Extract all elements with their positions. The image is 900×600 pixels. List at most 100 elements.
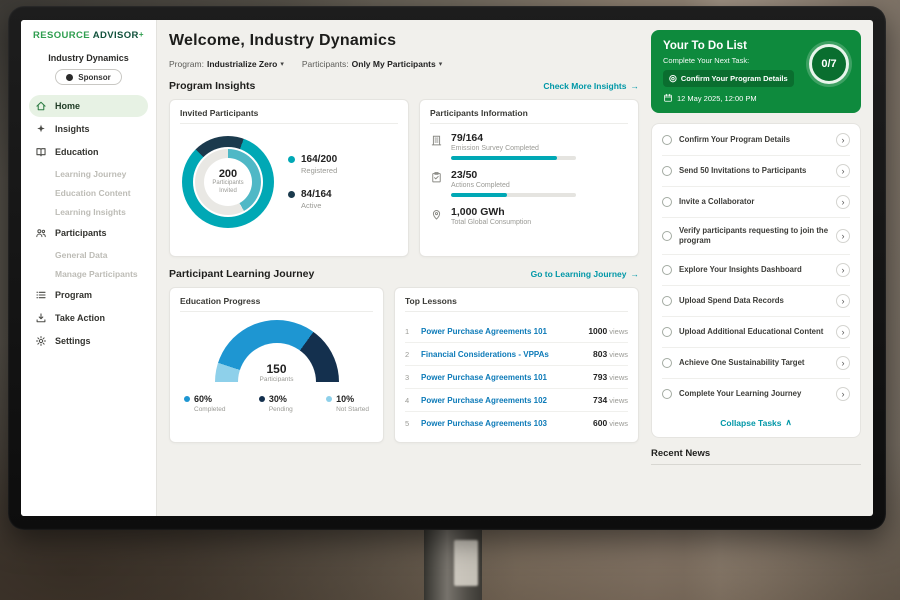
- sidebar-subitem-learning-journey[interactable]: Learning Journey: [21, 164, 156, 183]
- sidebar-subitem-learning-insights[interactable]: Learning Insights: [21, 202, 156, 221]
- sidebar-item-home[interactable]: Home: [29, 95, 148, 117]
- gauge-legend: 60% Completed 30% Pending 10% Not Starte…: [180, 394, 373, 413]
- participants-filter[interactable]: Participants: Only My Participants ▾: [302, 59, 442, 69]
- invited-participants-card: Invited Participants 200 Participants In…: [169, 99, 409, 257]
- stat-value: 1,000 GWh: [451, 206, 531, 218]
- sidebar-item-insights[interactable]: Insights: [29, 118, 148, 140]
- legend-item: 10% Not Started: [326, 394, 369, 413]
- lesson-row: 3 Power Purchase Agreements 101 793views: [405, 366, 628, 389]
- task-checkbox[interactable]: [662, 135, 672, 145]
- sidebar-item-label: Take Action: [55, 313, 105, 323]
- take-action-icon: [35, 312, 47, 324]
- task-checkbox[interactable]: [662, 265, 672, 275]
- task-item[interactable]: Achieve One Sustainability Target ›: [662, 348, 850, 379]
- chevron-right-icon[interactable]: ›: [836, 387, 850, 401]
- lesson-views-suffix: views: [609, 373, 628, 382]
- sponsor-icon: [66, 74, 73, 81]
- chevron-right-icon[interactable]: ›: [836, 133, 850, 147]
- card-title: Education Progress: [180, 296, 373, 312]
- stat-value: 79/164: [451, 132, 576, 144]
- location-pin-icon: [430, 208, 443, 221]
- chevron-right-icon[interactable]: ›: [836, 325, 850, 339]
- task-checkbox[interactable]: [662, 231, 672, 241]
- chevron-right-icon[interactable]: ›: [836, 229, 850, 243]
- sidebar-item-take-action[interactable]: Take Action: [29, 307, 148, 329]
- lesson-views: 803: [593, 349, 607, 359]
- task-item[interactable]: Complete Your Learning Journey ›: [662, 379, 850, 409]
- sidebar-subitem-label: Learning Insights: [55, 207, 126, 217]
- task-item[interactable]: Upload Spend Data Records ›: [662, 286, 850, 317]
- logo-text-secondary: ADVISOR: [93, 30, 139, 41]
- legend-dot: [288, 156, 295, 163]
- legend-label: Pending: [269, 406, 293, 413]
- monitor-bezel: RESOURCE ADVISOR+ Industry Dynamics Spon…: [8, 6, 886, 530]
- todo-tasks-card: Confirm Your Program Details › Send 50 I…: [651, 123, 861, 438]
- sidebar-item-settings[interactable]: Settings: [29, 330, 148, 352]
- sponsor-badge[interactable]: Sponsor: [55, 69, 121, 85]
- sidebar-item-label: Home: [55, 101, 80, 111]
- sidebar-subitem-manage-participants[interactable]: Manage Participants: [21, 264, 156, 283]
- task-item[interactable]: Invite a Collaborator ›: [662, 187, 850, 218]
- lesson-link[interactable]: Power Purchase Agreements 101: [421, 373, 585, 382]
- task-checkbox[interactable]: [662, 166, 672, 176]
- task-checkbox[interactable]: [662, 327, 672, 337]
- sidebar-item-education[interactable]: Education: [29, 141, 148, 163]
- lesson-rank: 3: [405, 373, 413, 382]
- chevron-right-icon[interactable]: ›: [836, 164, 850, 178]
- chevron-right-icon[interactable]: ›: [836, 195, 850, 209]
- lesson-rank: 2: [405, 350, 413, 359]
- lesson-link[interactable]: Power Purchase Agreements 102: [421, 396, 585, 405]
- legend-label: Registered: [301, 166, 337, 175]
- filters-row: Program: Industrialize Zero ▾ Participan…: [169, 59, 639, 69]
- todo-summary-card: 0/7 Your To Do List Complete Your Next T…: [651, 30, 861, 113]
- task-item[interactable]: Upload Additional Educational Content ›: [662, 317, 850, 348]
- task-checkbox[interactable]: [662, 389, 672, 399]
- task-item[interactable]: Explore Your Insights Dashboard ›: [662, 255, 850, 286]
- task-item[interactable]: Verify participants requesting to join t…: [662, 218, 850, 255]
- section-title: Program Insights: [169, 80, 255, 92]
- section-title: Participant Learning Journey: [169, 268, 314, 280]
- donut-center: 200 Participants Invited: [204, 158, 252, 206]
- sidebar-subitem-education-content[interactable]: Education Content: [21, 183, 156, 202]
- task-checkbox[interactable]: [662, 358, 672, 368]
- sidebar-item-participants[interactable]: Participants: [29, 222, 148, 244]
- sidebar-subitem-general-data[interactable]: General Data: [21, 245, 156, 264]
- go-to-learning-journey-link[interactable]: Go to Learning Journey →: [531, 269, 639, 279]
- gauge-center-label: Participants: [215, 376, 339, 382]
- chevron-right-icon[interactable]: ›: [836, 294, 850, 308]
- program-filter[interactable]: Program: Industrialize Zero ▾: [169, 59, 284, 69]
- sidebar-subitem-label: Education Content: [55, 188, 131, 198]
- task-label: Upload Additional Educational Content: [679, 327, 829, 337]
- next-task-pill[interactable]: ◎ Confirm Your Program Details: [663, 70, 794, 87]
- sidebar-item-label: Participants: [55, 228, 107, 238]
- learning-cards-row: Education Progress 150 Participants: [169, 287, 639, 443]
- sidebar-subitem-label: General Data: [55, 250, 107, 260]
- sidebar-item-label: Program: [55, 290, 92, 300]
- sidebar-item-program[interactable]: Program: [29, 284, 148, 306]
- legend-value: 30%: [269, 394, 287, 404]
- sponsor-label: Sponsor: [78, 73, 110, 82]
- legend-label: Active: [301, 201, 332, 210]
- calendar-icon: [663, 93, 673, 103]
- lesson-row: 5 Power Purchase Agreements 103 600views: [405, 412, 628, 434]
- collapse-tasks-link[interactable]: Collapse Tasks ∧: [662, 409, 850, 435]
- legend-value: 164/200: [301, 154, 337, 165]
- stat-value: 23/50: [451, 169, 576, 181]
- chevron-right-icon[interactable]: ›: [836, 263, 850, 277]
- task-checkbox[interactable]: [662, 197, 672, 207]
- task-checkbox[interactable]: [662, 296, 672, 306]
- lesson-link[interactable]: Power Purchase Agreements 101: [421, 327, 580, 336]
- lesson-views-suffix: views: [609, 396, 628, 405]
- arrow-right-icon: →: [631, 269, 640, 279]
- lesson-views: 600: [593, 418, 607, 428]
- progress-bar-fill: [451, 156, 557, 160]
- top-lessons-card: Top Lessons 1 Power Purchase Agreements …: [394, 287, 639, 443]
- task-item[interactable]: Confirm Your Program Details ›: [662, 125, 850, 156]
- arrow-right-icon: →: [631, 81, 640, 91]
- chevron-right-icon[interactable]: ›: [836, 356, 850, 370]
- legend-item: 60% Completed: [184, 394, 225, 413]
- check-more-insights-link[interactable]: Check More Insights →: [543, 81, 639, 91]
- lesson-link[interactable]: Power Purchase Agreements 103: [421, 419, 585, 428]
- lesson-link[interactable]: Financial Considerations - VPPAs: [421, 350, 585, 359]
- task-item[interactable]: Send 50 Invitations to Participants ›: [662, 156, 850, 187]
